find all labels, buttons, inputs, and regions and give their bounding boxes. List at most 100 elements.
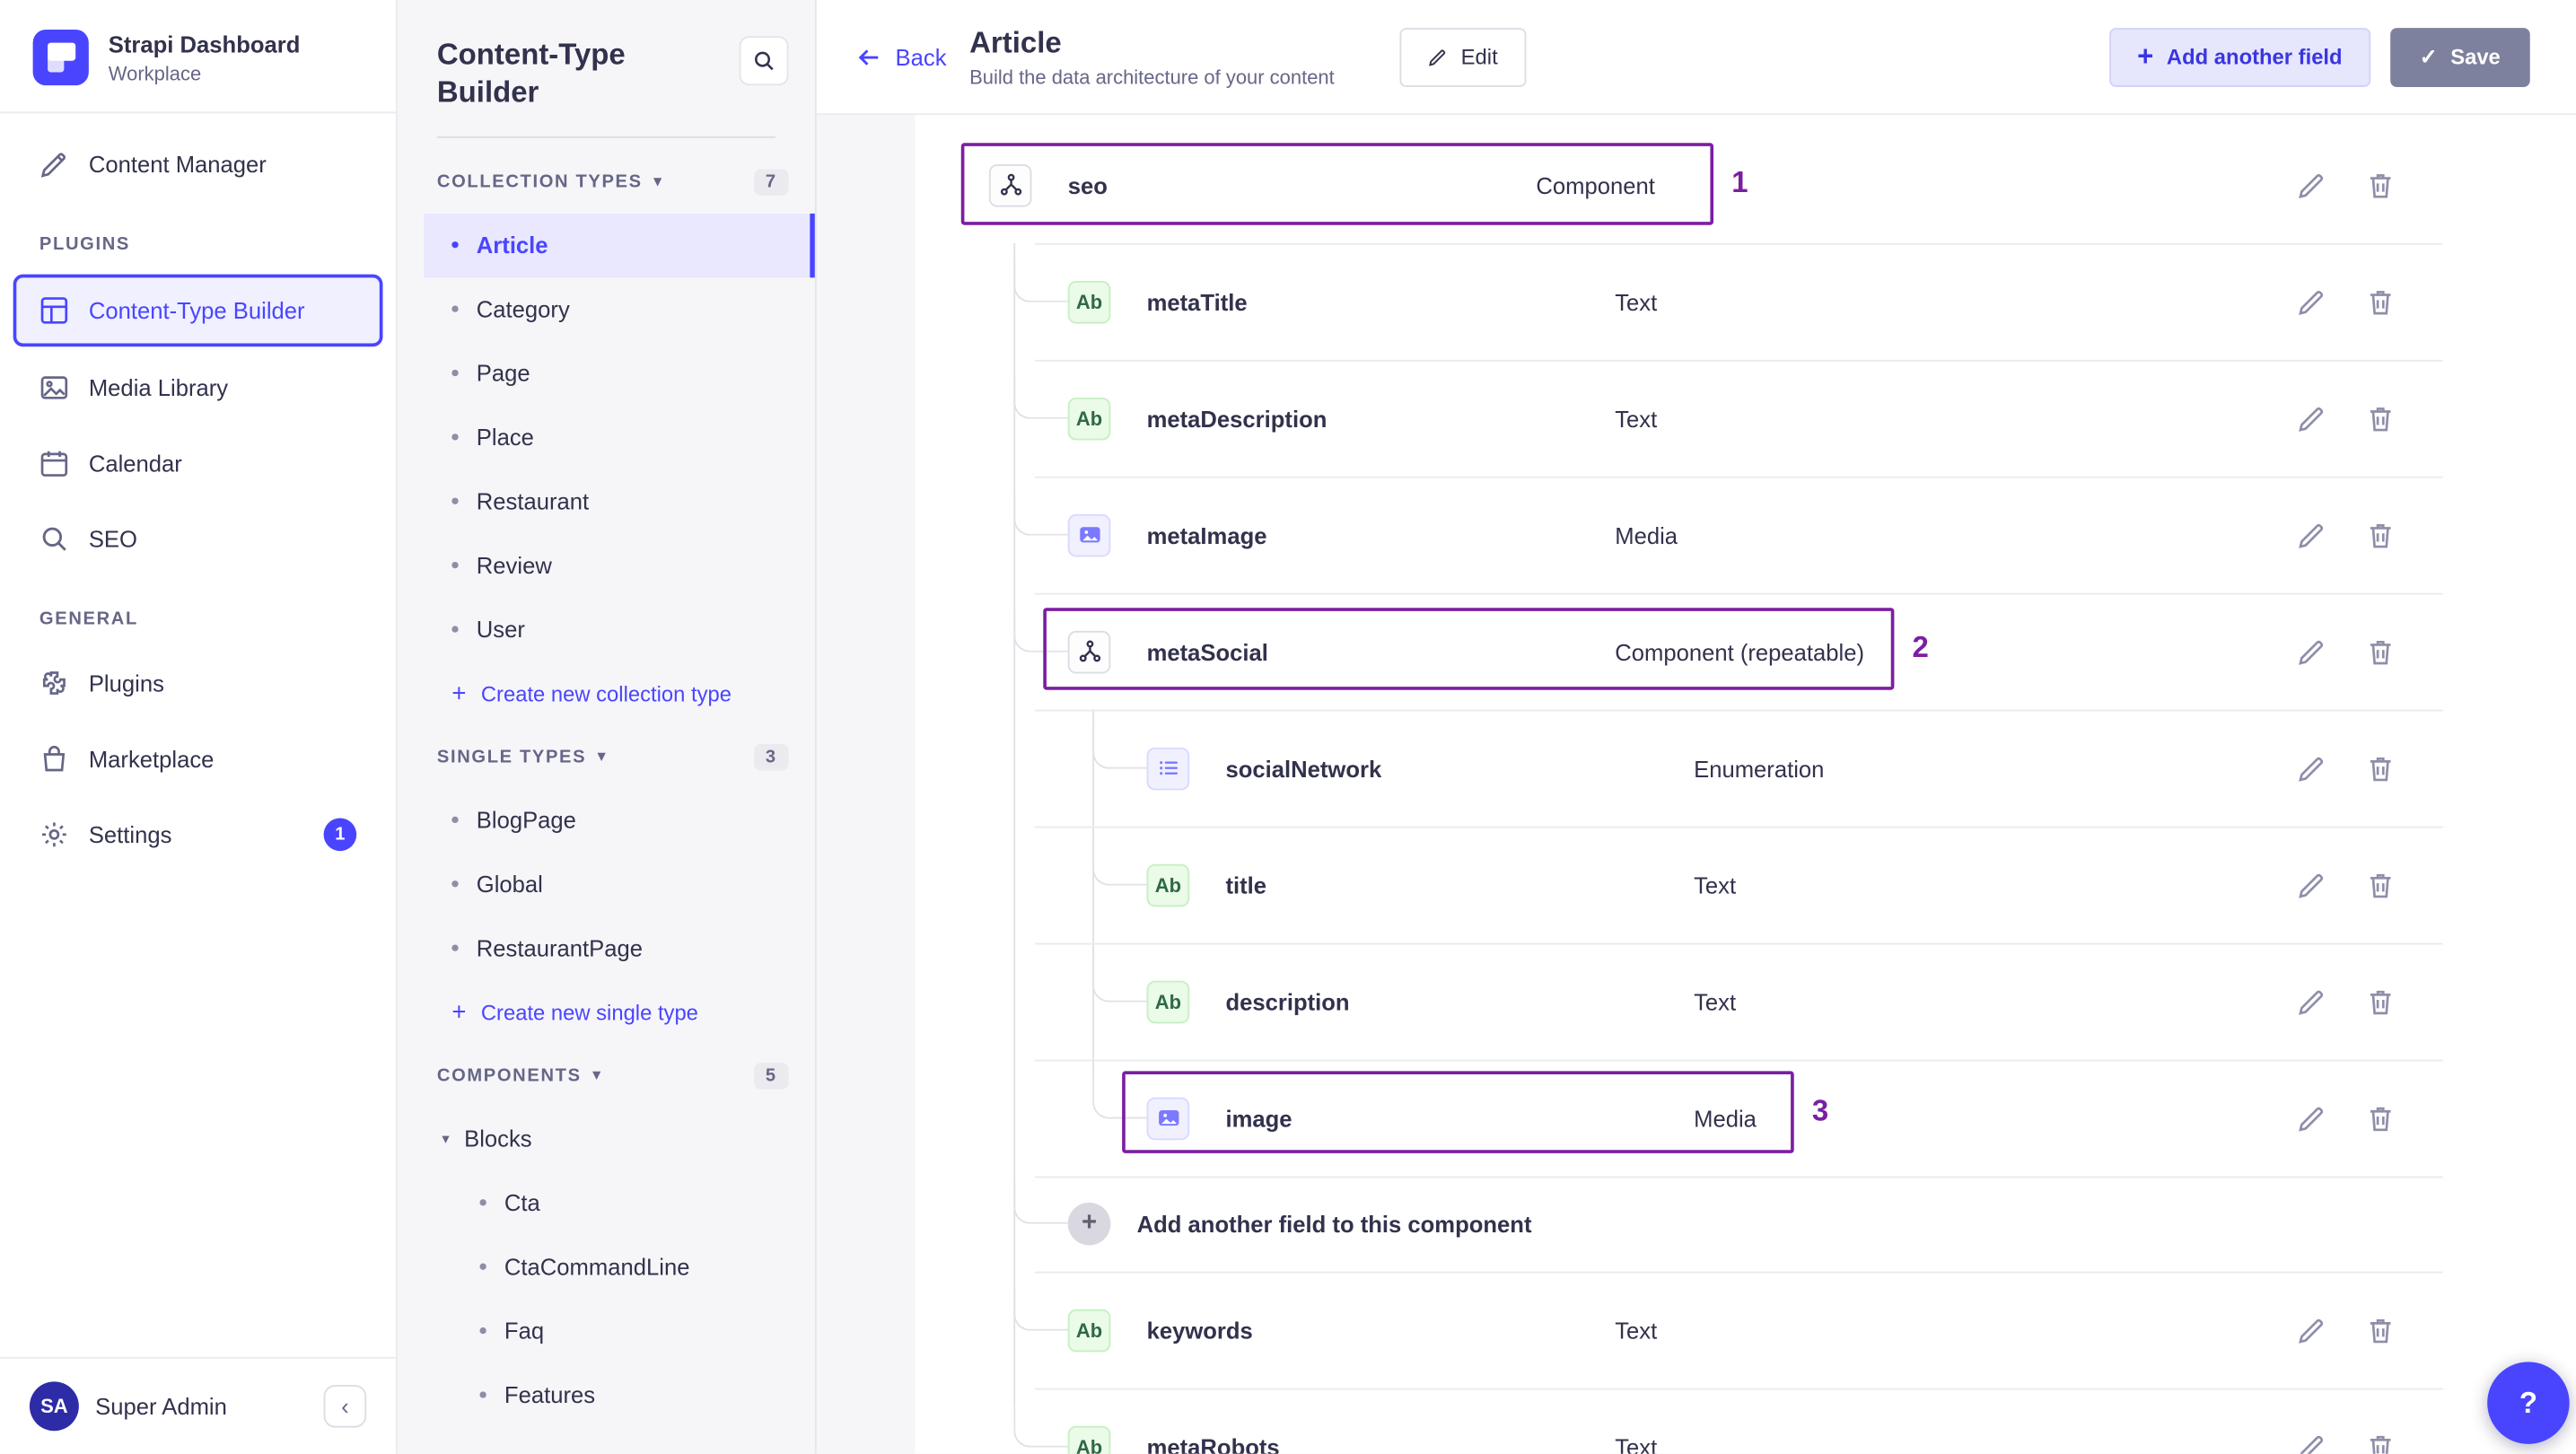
back-link[interactable]: Back	[856, 44, 947, 70]
arrow-left-icon	[856, 44, 882, 70]
collection-type-item[interactable]: Restaurant	[424, 469, 815, 533]
sidebar-item-calendar[interactable]: Calendar	[0, 425, 396, 501]
item-label: Review	[476, 552, 552, 579]
delete-field-button[interactable]	[2366, 286, 2396, 316]
save-button[interactable]: ✓ Save	[2389, 27, 2530, 87]
collection-types-header[interactable]: COLLECTION TYPES ▾ 7	[398, 151, 815, 214]
collection-type-item[interactable]: Page	[424, 341, 815, 405]
strapi-logo-icon	[32, 29, 89, 86]
delete-field-button[interactable]	[2366, 1432, 2396, 1454]
single-type-item[interactable]: Global	[424, 853, 815, 916]
delete-field-button[interactable]	[2366, 520, 2396, 549]
field-row[interactable]: image Media	[916, 1059, 2576, 1177]
edit-field-button[interactable]	[2297, 170, 2326, 199]
field-type: Text	[1615, 1432, 1658, 1454]
edit-field-button[interactable]	[2297, 870, 2326, 899]
field-row[interactable]: socialNetwork Enumeration	[916, 709, 2576, 827]
shopping-bag-icon	[39, 744, 69, 774]
delete-field-button[interactable]	[2366, 1315, 2396, 1345]
sidebar-item-media-library[interactable]: Media Library	[0, 350, 396, 425]
help-button[interactable]: ?	[2487, 1362, 2570, 1444]
collection-type-item[interactable]: Category	[424, 277, 815, 341]
field-type: Media	[1694, 1104, 1757, 1132]
edit-field-button[interactable]	[2297, 986, 2326, 1016]
subnav-search-button[interactable]	[739, 36, 789, 86]
sidebar-item-content-type-builder[interactable]: Content-Type Builder	[13, 274, 383, 347]
edit-field-button[interactable]	[2297, 753, 2326, 783]
item-label: Category	[476, 295, 570, 323]
create-collection-type-link[interactable]: + Create new collection type	[398, 661, 815, 725]
edit-field-button[interactable]	[2297, 636, 2326, 666]
sidebar-item-marketplace[interactable]: Marketplace	[0, 722, 396, 797]
edit-field-button[interactable]	[2297, 1432, 2326, 1454]
bullet-icon	[451, 305, 459, 313]
workspace-subtitle: Workplace	[108, 61, 202, 85]
field-row[interactable]: metaSocial Component (repeatable)	[916, 592, 2576, 710]
field-row[interactable]: Ab keywords Text	[916, 1271, 2576, 1388]
single-types-header[interactable]: SINGLE TYPES ▾ 3	[398, 726, 815, 789]
field-row[interactable]: metaImage Media	[916, 476, 2576, 593]
sidebar-item-label: Content-Type Builder	[88, 297, 305, 324]
field-row[interactable]: Ab description Text	[916, 942, 2576, 1060]
sidebar-item-label: Marketplace	[88, 745, 215, 773]
single-type-item[interactable]: BlogPage	[424, 788, 815, 852]
sidebar-item-settings[interactable]: Settings 1	[0, 797, 396, 872]
field-row[interactable]: Ab metaRobots Text	[916, 1388, 2576, 1454]
components-header[interactable]: COMPONENTS ▾ 5	[398, 1045, 815, 1108]
collection-type-item[interactable]: Review	[424, 533, 815, 597]
plus-circle-icon[interactable]: +	[1067, 1202, 1111, 1246]
user-avatar: SA	[29, 1381, 79, 1432]
check-icon: ✓	[2419, 43, 2438, 68]
field-row[interactable]: Ab title Text	[916, 826, 2576, 943]
edit-field-button[interactable]	[2297, 403, 2326, 433]
delete-field-button[interactable]	[2366, 986, 2396, 1016]
edit-button[interactable]: Edit	[1399, 27, 1526, 87]
field-row[interactable]: Ab metaDescription Text	[916, 359, 2576, 477]
component-item[interactable]: Cta	[398, 1171, 815, 1235]
user-menu[interactable]: SA Super Admin ‹	[0, 1356, 397, 1454]
collection-type-item[interactable]: User	[424, 598, 815, 661]
collection-type-item[interactable]: Place	[424, 406, 815, 469]
field-name: description	[1225, 987, 1350, 1015]
create-single-type-link[interactable]: + Create new single type	[398, 980, 815, 1044]
component-item[interactable]: CtaCommandLine	[398, 1235, 815, 1299]
delete-field-button[interactable]	[2366, 403, 2396, 433]
field-type: Enumeration	[1694, 755, 1825, 782]
sidebar-item-seo[interactable]: SEO	[0, 501, 396, 576]
edit-field-button[interactable]	[2297, 1103, 2326, 1133]
delete-field-button[interactable]	[2366, 1103, 2396, 1133]
component-item[interactable]: Features	[398, 1363, 815, 1427]
edit-field-button[interactable]	[2297, 286, 2326, 316]
single-types-list: BlogPage Global RestaurantPage	[398, 788, 815, 980]
add-field-to-component-button[interactable]: + Add another field to this component	[916, 1176, 2576, 1272]
field-row[interactable]: Ab metaTitle Text	[916, 242, 2576, 360]
sidebar-item-content-manager[interactable]: Content Manager	[0, 127, 396, 202]
collection-types-list: Article Category Page Place Restaurant R…	[398, 213, 815, 662]
collection-type-item-article[interactable]: Article	[424, 213, 815, 277]
collapse-sidebar-button[interactable]: ‹	[323, 1384, 367, 1428]
delete-field-button[interactable]	[2366, 870, 2396, 899]
field-name: seo	[1067, 171, 1108, 198]
pencil-icon	[1428, 47, 1448, 66]
edit-field-button[interactable]	[2297, 1315, 2326, 1345]
delete-field-button[interactable]	[2366, 170, 2396, 199]
chevron-left-icon: ‹	[341, 1393, 349, 1420]
plus-icon: +	[451, 998, 467, 1027]
text-field-icon: Ab	[1067, 1424, 1111, 1454]
single-type-item[interactable]: RestaurantPage	[424, 916, 815, 980]
field-type: Text	[1694, 872, 1737, 898]
delete-field-button[interactable]	[2366, 636, 2396, 666]
delete-field-button[interactable]	[2366, 753, 2396, 783]
group-label: SINGLE TYPES	[436, 747, 587, 767]
component-category-blocks[interactable]: ▾ Blocks	[398, 1107, 815, 1170]
edit-field-button[interactable]	[2297, 520, 2326, 549]
item-label: Place	[476, 424, 534, 451]
bullet-icon	[451, 241, 459, 249]
divider	[436, 136, 775, 138]
link-label: Create new collection type	[480, 681, 732, 706]
add-another-field-button[interactable]: + Add another field	[2108, 27, 2370, 87]
annotation-number-2: 2	[1912, 630, 1929, 664]
group-label: COMPONENTS	[436, 1065, 582, 1086]
sidebar-item-plugins[interactable]: Plugins	[0, 645, 396, 721]
component-item[interactable]: Faq	[398, 1299, 815, 1362]
